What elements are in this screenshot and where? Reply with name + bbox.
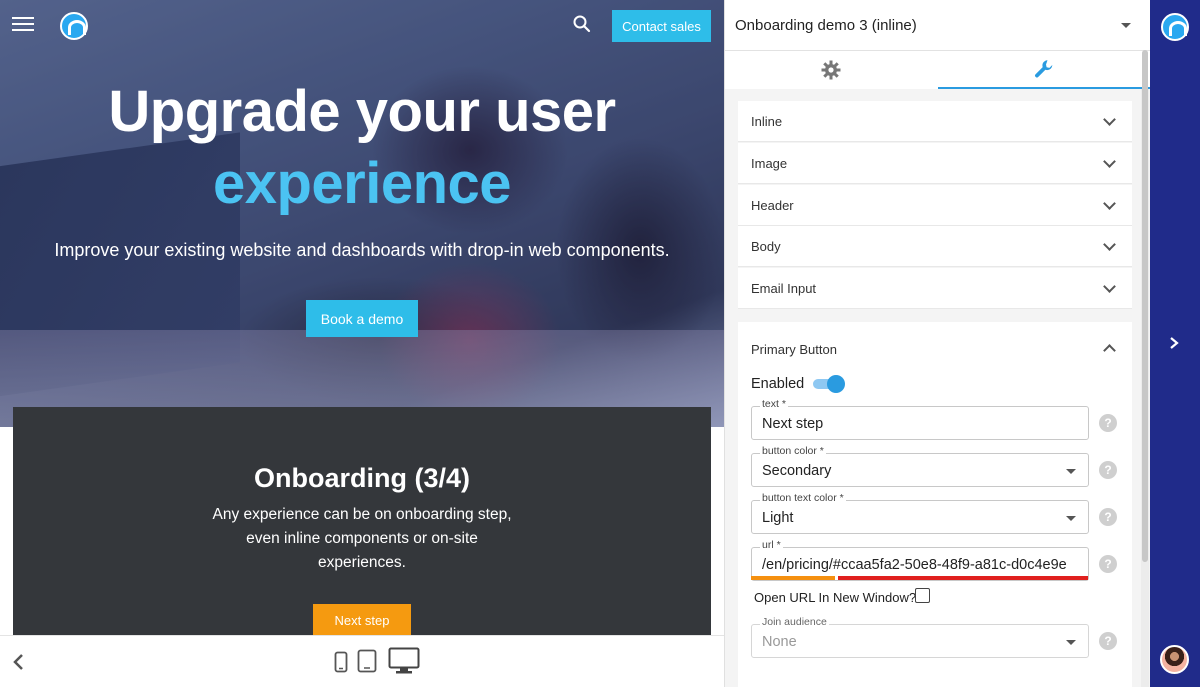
button-text-color-select[interactable]: button text color * Light <box>751 492 1089 534</box>
chevron-down-icon <box>1103 197 1116 210</box>
field-label: url * <box>760 539 783 551</box>
section-primary-button: Primary Button Enabled text * Next step … <box>738 322 1132 687</box>
section-body[interactable]: Body <box>738 226 1132 267</box>
app-root: Contact sales Upgrade your user experien… <box>0 0 1200 687</box>
desktop-icon[interactable] <box>388 647 420 680</box>
url-hash-highlight <box>838 576 1088 580</box>
chevron-down-icon <box>1103 238 1116 251</box>
next-step-button[interactable]: Next step <box>313 604 411 636</box>
hamburger-icon[interactable] <box>12 14 34 34</box>
chevron-down-icon <box>1103 155 1116 168</box>
chevron-left-icon[interactable] <box>10 652 28 672</box>
demo-select-value: Onboarding demo 3 (inline) <box>735 17 917 34</box>
field-value: Secondary <box>762 463 832 479</box>
demo-select-dropdown[interactable]: Onboarding demo 3 (inline) <box>725 0 1150 51</box>
search-icon[interactable] <box>572 14 592 34</box>
onboarding-inline-card: Onboarding (3/4) Any experience can be o… <box>13 407 711 647</box>
site-preview: Contact sales Upgrade your user experien… <box>0 0 724 687</box>
section-label: Email Input <box>751 281 817 296</box>
field-label: text * <box>760 398 788 410</box>
tab-settings[interactable] <box>725 51 937 89</box>
chevron-up-icon <box>1103 344 1116 357</box>
gear-icon <box>821 60 841 80</box>
text-field[interactable]: text * Next step <box>751 398 1089 440</box>
editor-scrollbar-thumb[interactable] <box>1142 50 1148 562</box>
chevron-down-icon <box>1103 280 1116 293</box>
onboarding-title: Onboarding (3/4) <box>254 463 470 493</box>
brand-logo-icon[interactable] <box>1161 13 1189 41</box>
caret-down-icon <box>1066 469 1076 474</box>
component-editor-panel: Onboarding demo 3 (inline) Inline Image … <box>724 0 1150 687</box>
onboarding-body: Any experience can be on onboarding step… <box>203 503 521 575</box>
section-label: Header <box>751 198 794 213</box>
toggle-knob <box>827 375 845 393</box>
brand-logo-icon[interactable] <box>60 12 88 40</box>
tab-tools[interactable] <box>938 51 1150 89</box>
field-value: Next step <box>762 416 824 432</box>
tablet-icon[interactable] <box>357 649 377 678</box>
join-audience-select[interactable]: Join audience None <box>751 616 1089 658</box>
avatar[interactable] <box>1160 645 1189 674</box>
chevron-down-icon <box>1103 113 1116 126</box>
phone-icon[interactable] <box>334 651 348 678</box>
field-label: button text color * <box>760 492 846 504</box>
side-nav-strip <box>1150 0 1200 687</box>
field-label: Join audience <box>760 616 829 628</box>
help-icon[interactable]: ? <box>1099 632 1117 650</box>
button-color-select[interactable]: button color * Secondary <box>751 445 1089 487</box>
open-new-window-checkbox[interactable] <box>915 588 930 603</box>
section-header[interactable]: Header <box>738 185 1132 226</box>
help-icon[interactable]: ? <box>1099 508 1117 526</box>
section-image[interactable]: Image <box>738 143 1132 184</box>
device-toolbar <box>0 635 724 687</box>
caret-down-icon <box>1121 23 1131 28</box>
url-path-highlight <box>751 576 835 580</box>
section-email-input[interactable]: Email Input <box>738 268 1132 309</box>
chevron-right-icon[interactable] <box>1168 336 1180 350</box>
field-value: Light <box>762 510 794 526</box>
hero-title: Upgrade your user <box>108 79 616 144</box>
help-icon[interactable]: ? <box>1099 414 1117 432</box>
caret-down-icon <box>1066 516 1076 521</box>
primary-button-header[interactable]: Primary Button <box>738 322 1132 374</box>
caret-down-icon <box>1066 640 1076 645</box>
field-value: None <box>762 634 797 650</box>
wrench-icon <box>1035 60 1053 78</box>
help-icon[interactable]: ? <box>1099 461 1117 479</box>
hero-title-highlight: experience <box>212 151 512 216</box>
onboarding-body-line: even inline components or on-site <box>246 530 478 547</box>
section-label: Primary Button <box>751 342 837 357</box>
onboarding-body-line: experiences. <box>318 554 406 571</box>
book-demo-button[interactable]: Book a demo <box>306 300 418 337</box>
section-inline[interactable]: Inline <box>738 101 1132 142</box>
hero-subtitle: Improve your existing website and dashbo… <box>54 240 670 260</box>
section-label: Body <box>751 239 781 254</box>
enabled-label: Enabled <box>751 376 805 392</box>
field-label: button color * <box>760 445 826 457</box>
enabled-toggle[interactable] <box>813 375 845 393</box>
help-icon[interactable]: ? <box>1099 555 1117 573</box>
section-label: Inline <box>751 114 783 129</box>
onboarding-body-line: Any experience can be on onboarding step… <box>212 506 512 523</box>
field-value: /en/pricing/#ccaa5fa2-50e8-48f9-a81c-d0c… <box>762 557 1067 573</box>
open-new-window-label: Open URL In New Window? <box>754 590 917 605</box>
hero-section: Contact sales Upgrade your user experien… <box>0 0 724 427</box>
contact-sales-button[interactable]: Contact sales <box>612 10 711 42</box>
section-label: Image <box>751 156 788 171</box>
editor-tabs <box>725 51 1150 89</box>
